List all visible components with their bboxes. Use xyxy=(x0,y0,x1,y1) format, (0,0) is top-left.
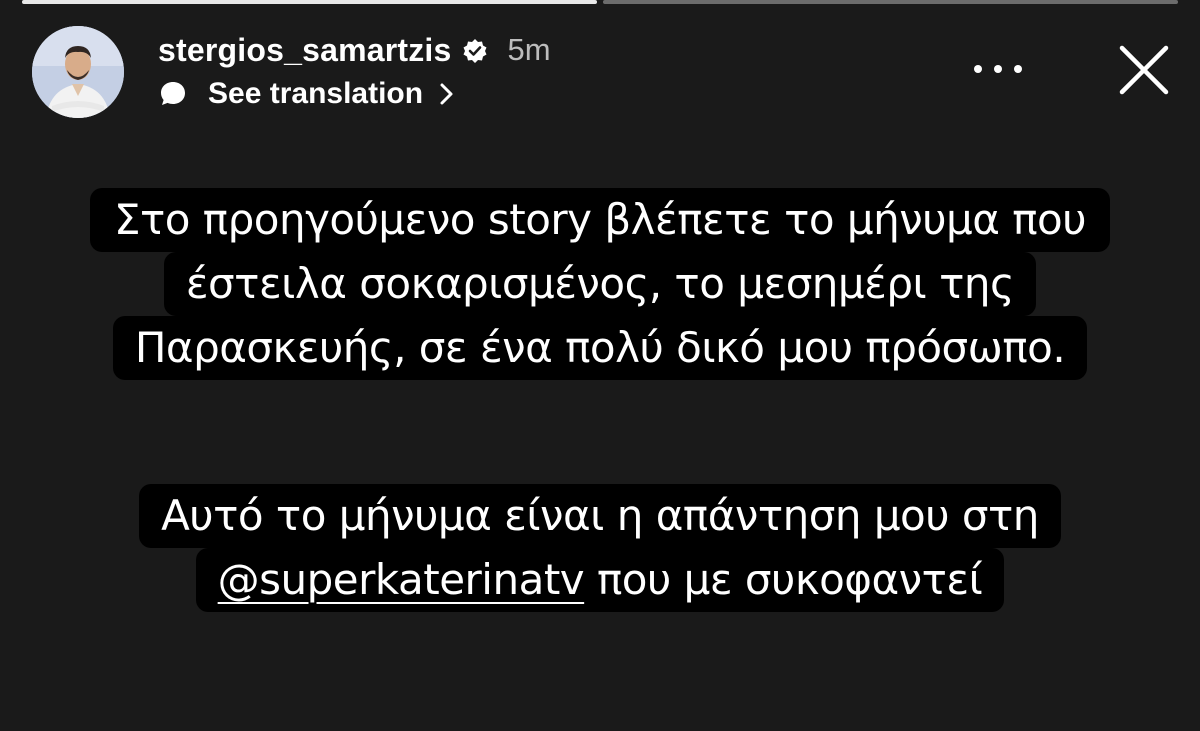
more-options-button[interactable] xyxy=(970,54,1026,84)
story-text-line: Αυτό το μήνυμα είναι η απάντηση μου στη xyxy=(139,484,1061,548)
mention-link[interactable]: @superkaterinatv xyxy=(218,555,585,604)
close-icon xyxy=(1119,45,1169,95)
story-timestamp: 5m xyxy=(507,32,551,67)
story-text-line: Στο προηγούμενο story βλέπετε το μήνυμα … xyxy=(89,188,1111,252)
story-progress-bar xyxy=(0,0,1200,6)
username[interactable]: stergios_samartzis xyxy=(158,32,452,69)
progress-segment-current xyxy=(603,0,1178,4)
avatar[interactable] xyxy=(32,26,124,118)
see-translation-label: See translation xyxy=(208,77,424,110)
story-text-block-1: Στο προηγούμενο story βλέπετε το μήνυμα … xyxy=(0,188,1200,380)
story-header: stergios_samartzis 5m See translation xyxy=(32,24,1176,124)
avatar-image xyxy=(32,26,124,118)
story-text-line: @superkaterinatv που με συκοφαντεί xyxy=(195,548,1005,612)
story-text-fragment: που με συκοφαντεί xyxy=(584,555,983,604)
chevron-right-icon xyxy=(440,83,453,105)
story-viewer[interactable]: stergios_samartzis 5m See translation Στ… xyxy=(0,0,1200,731)
verified-badge-icon xyxy=(463,39,487,63)
more-horizontal-icon xyxy=(974,65,982,73)
story-text-line: έστειλα σοκαρισμένος, το μεσημέρι της xyxy=(163,252,1037,316)
story-text-line: Παρασκευής, σε ένα πολύ δικό μου πρόσωπο… xyxy=(112,316,1088,380)
progress-segment-viewed xyxy=(22,0,597,4)
close-button[interactable] xyxy=(1114,40,1174,100)
story-text-block-2: Αυτό το μήνυμα είναι η απάντηση μου στη … xyxy=(0,484,1200,612)
speech-bubble-icon xyxy=(161,82,185,105)
see-translation-link[interactable]: See translation xyxy=(158,74,457,114)
username-row: stergios_samartzis 5m xyxy=(158,30,551,70)
